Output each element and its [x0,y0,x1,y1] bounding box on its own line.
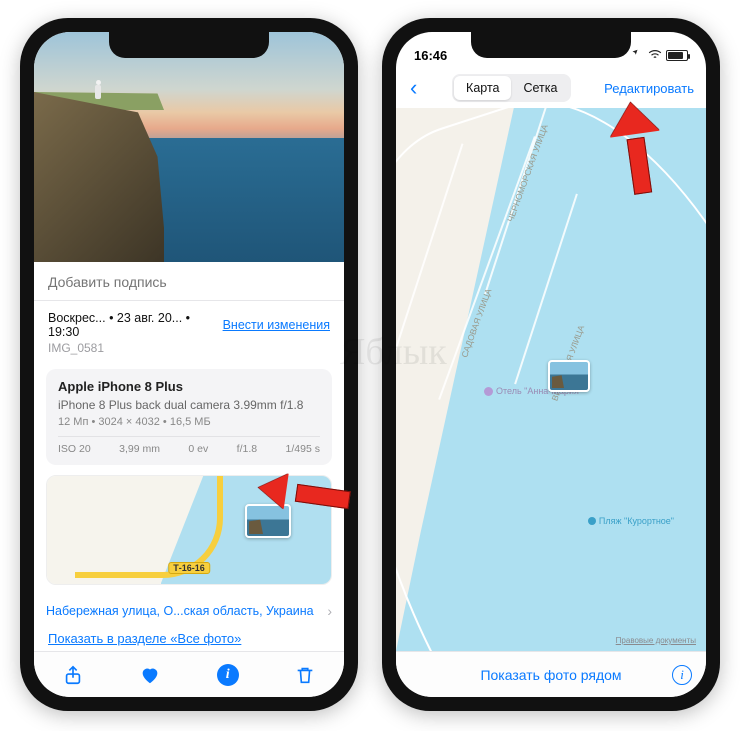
photo-person [94,80,102,100]
exif-card[interactable]: Apple iPhone 8 Plus iPhone 8 Plus back d… [46,369,332,465]
segment-grid[interactable]: Сетка [511,76,569,100]
chevron-right-icon: › [327,603,332,619]
share-icon[interactable] [61,663,85,687]
info-icon[interactable]: i [216,663,240,687]
caption-input[interactable] [34,262,344,301]
bottom-bar: Показать фото рядом i [396,651,706,697]
phone-frame-right: 16:46 ‹ Карта Сетка Редактироват [382,18,720,711]
address-text: Набережная улица, О...ская область, Укра… [46,604,314,618]
nav-bar: ‹ Карта Сетка Редактировать [396,68,706,108]
battery-icon [666,50,688,61]
info-icon[interactable]: i [672,665,692,685]
screen-right: 16:46 ‹ Карта Сетка Редактироват [396,32,706,697]
photo-pin-thumbnail[interactable] [548,360,590,392]
phone-frame-left: Воскрес... • 23 авг. 20... • 19:30 Внест… [20,18,358,711]
screen-left: Воскрес... • 23 авг. 20... • 19:30 Внест… [34,32,344,697]
photo-preview[interactable] [34,32,344,262]
mini-map: Т-16-16 [47,476,331,584]
exif-grid: ISO 20 3,99 mm 0 ev f/1.8 1/495 s [58,436,320,455]
bottom-toolbar: i [34,651,344,697]
road-label: Т-16-16 [168,562,210,574]
edit-button[interactable]: Редактировать [602,77,696,100]
view-segmented-control[interactable]: Карта Сетка [452,74,571,102]
legal-link[interactable]: Правовые документы [616,636,696,645]
date-row: Воскрес... • 23 авг. 20... • 19:30 Внест… [34,301,344,341]
date-text: Воскрес... • 23 авг. 20... • 19:30 [48,311,215,339]
camera-resolution: 12 Мп • 3024 × 4032 • 16,5 МБ [58,416,320,428]
airplane-mode-icon [630,48,644,63]
camera-model: Apple iPhone 8 Plus [58,379,320,394]
address-row[interactable]: Набережная улица, О...ская область, Укра… [34,595,344,623]
favorite-icon[interactable] [138,663,162,687]
exif-shutter: 1/495 s [286,443,320,455]
trash-icon[interactable] [293,663,317,687]
notch [471,32,631,58]
segment-map[interactable]: Карта [454,76,511,100]
status-time: 16:46 [414,48,447,63]
exif-iso: ISO 20 [58,443,91,455]
map-view[interactable]: ЧЕРНОМОРСКАЯ УЛИЦА САДОВАЯ УЛИЦА ВИШНЁВА… [396,108,706,651]
poi-beach[interactable]: Пляж "Курортное" [588,516,674,526]
filename-label: IMG_0581 [34,341,344,365]
exif-ev: 0 ev [188,443,208,455]
show-in-all-photos-link[interactable]: Показать в разделе «Все фото» [48,631,330,646]
wifi-icon [648,48,662,63]
show-nearby-button[interactable]: Показать фото рядом [480,667,621,683]
notch [109,32,269,58]
location-map-card[interactable]: Т-16-16 [46,475,332,585]
exif-aperture: f/1.8 [237,443,257,455]
camera-lens: iPhone 8 Plus back dual camera 3.99mm f/… [58,398,320,412]
edit-metadata-link[interactable]: Внести изменения [223,318,330,332]
exif-focal: 3,99 mm [119,443,160,455]
photo-pin-thumbnail[interactable] [245,504,291,538]
back-button[interactable]: ‹ [406,71,421,105]
